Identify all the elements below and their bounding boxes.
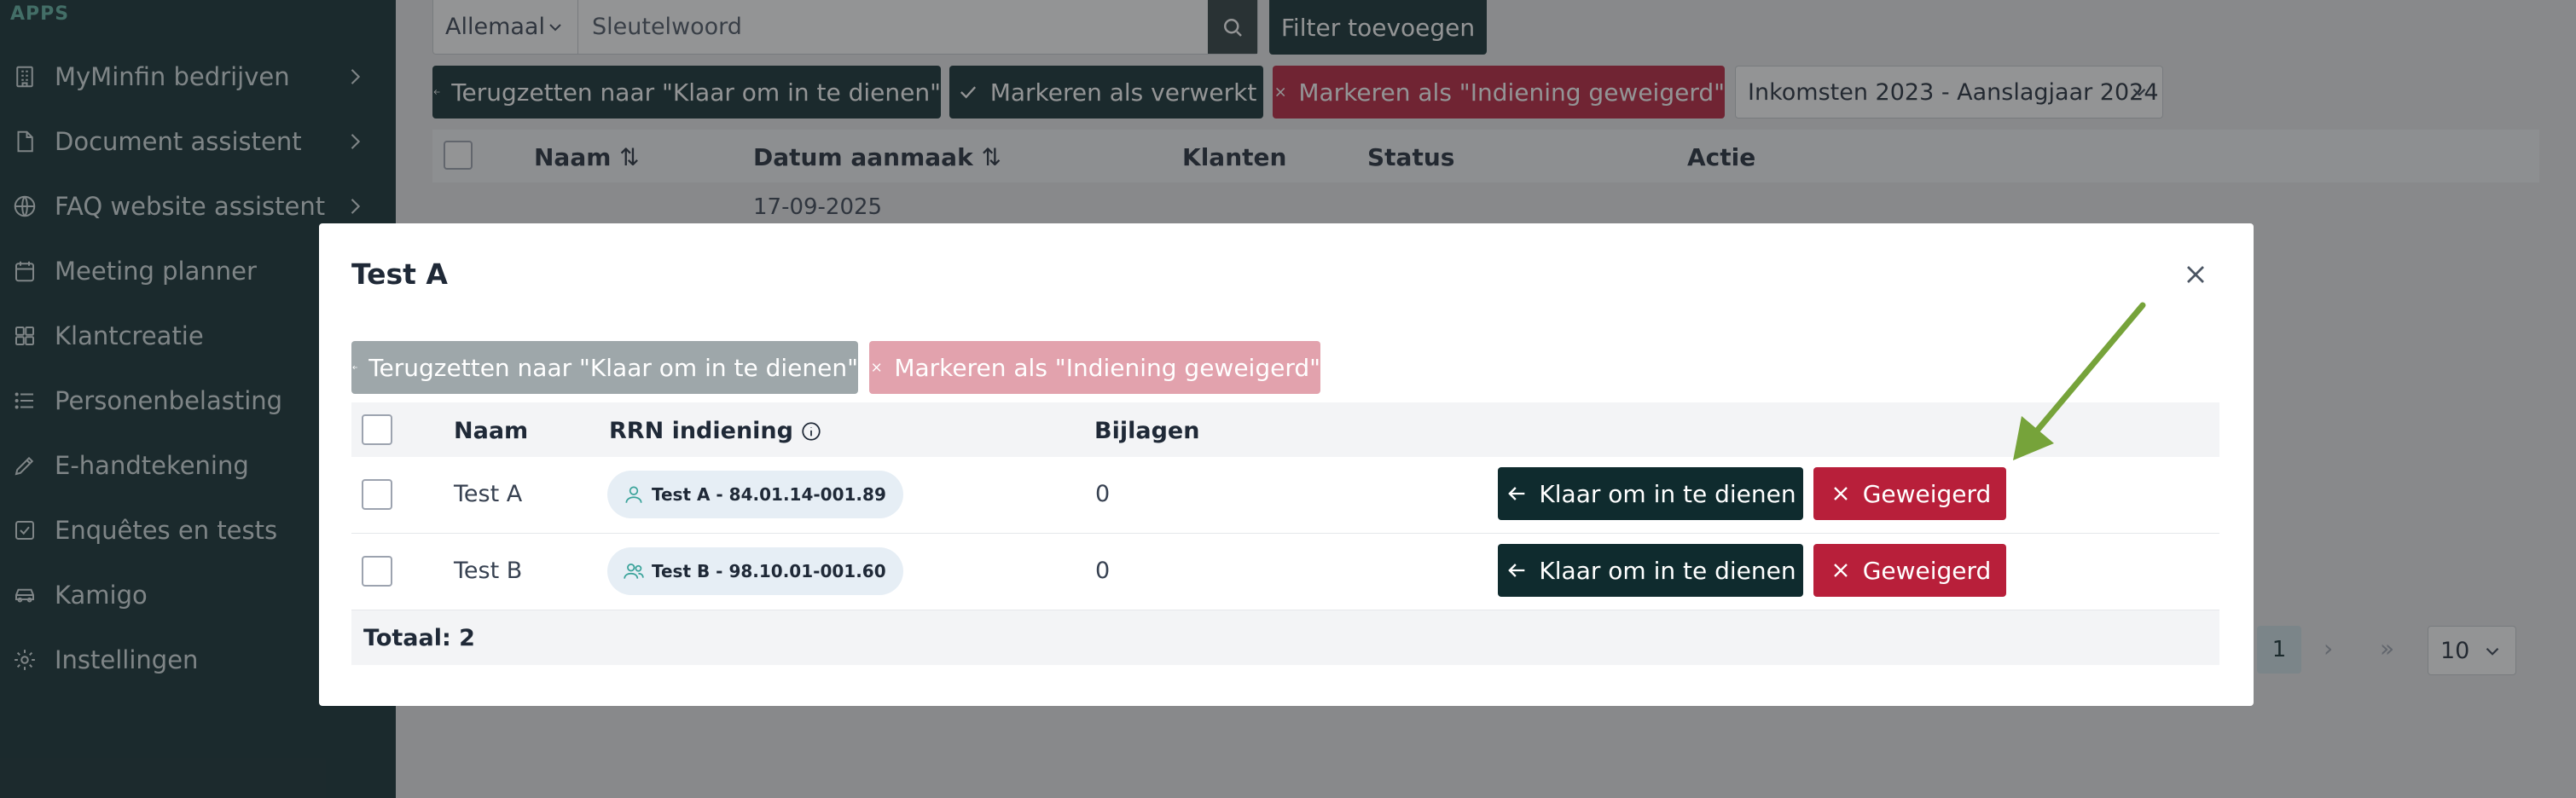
close-icon (1833, 487, 1848, 500)
refused-button[interactable]: Geweigerd (1813, 467, 2006, 520)
users-icon (624, 564, 644, 579)
table-row: Test B Test B - 98.10.01-001.60 0 Klaar … (351, 534, 2219, 610)
row-attachments: 0 (1095, 558, 1111, 584)
modal-table-footer: Totaal: 2 (351, 610, 2219, 665)
close-icon (2187, 266, 2204, 283)
rrn-badge: Test B - 98.10.01-001.60 (607, 547, 903, 595)
total-count: Totaal: 2 (363, 624, 475, 651)
close-icon (1833, 564, 1848, 577)
info-icon[interactable] (800, 420, 822, 442)
arrow-left-icon (1508, 487, 1525, 500)
refused-button[interactable]: Geweigerd (1813, 544, 2006, 597)
rrn-value: Test A - 84.01.14-001.89 (652, 484, 886, 505)
row-checkbox[interactable] (362, 479, 392, 510)
arrow-left-icon (1508, 564, 1525, 577)
ready-to-submit-button[interactable]: Klaar om in te dienen (1498, 544, 1803, 597)
ready-label: Klaar om in te dienen (1539, 556, 1796, 585)
rrn-badge: Test A - 84.01.14-001.89 (607, 471, 903, 518)
column-header-rrn: RRN indiening (609, 418, 822, 444)
ready-to-submit-button[interactable]: Klaar om in te dienen (1498, 467, 1803, 520)
table-row: Test A Test A - 84.01.14-001.89 0 Klaar … (351, 457, 2219, 534)
row-checkbox[interactable] (362, 556, 392, 587)
ready-label: Klaar om in te dienen (1539, 479, 1796, 508)
modal-refuse-label: Markeren als "Indiening geweigerd" (894, 353, 1320, 382)
annotation-arrow-icon (2013, 302, 2146, 460)
select-all-checkbox[interactable] (362, 414, 392, 445)
column-header-rrn-label: RRN indiening (609, 418, 793, 444)
modal-table-header: Naam RRN indiening Bijlagen (351, 402, 2219, 457)
modal-dialog: Test A Terugzetten naar "Klaar om in te … (319, 223, 2254, 706)
modal-refuse-button[interactable]: Markeren als "Indiening geweigerd" (869, 341, 1320, 394)
rrn-value: Test B - 98.10.01-001.60 (652, 561, 886, 581)
modal-reset-button[interactable]: Terugzetten naar "Klaar om in te dienen" (351, 341, 858, 394)
row-name: Test B (454, 558, 523, 584)
refused-label: Geweigerd (1862, 556, 1992, 585)
user-icon (625, 486, 642, 503)
close-button[interactable] (2180, 259, 2211, 290)
row-attachments: 0 (1095, 481, 1111, 507)
arrow-left-icon (352, 365, 357, 370)
modal-title: Test A (351, 257, 448, 291)
close-icon (872, 363, 881, 372)
modal-reset-label: Terugzetten naar "Klaar om in te dienen" (368, 353, 858, 382)
column-header-bijlagen: Bijlagen (1094, 418, 1200, 444)
row-name: Test A (454, 481, 523, 507)
refused-label: Geweigerd (1862, 479, 1992, 508)
column-header-naam: Naam (454, 418, 529, 444)
